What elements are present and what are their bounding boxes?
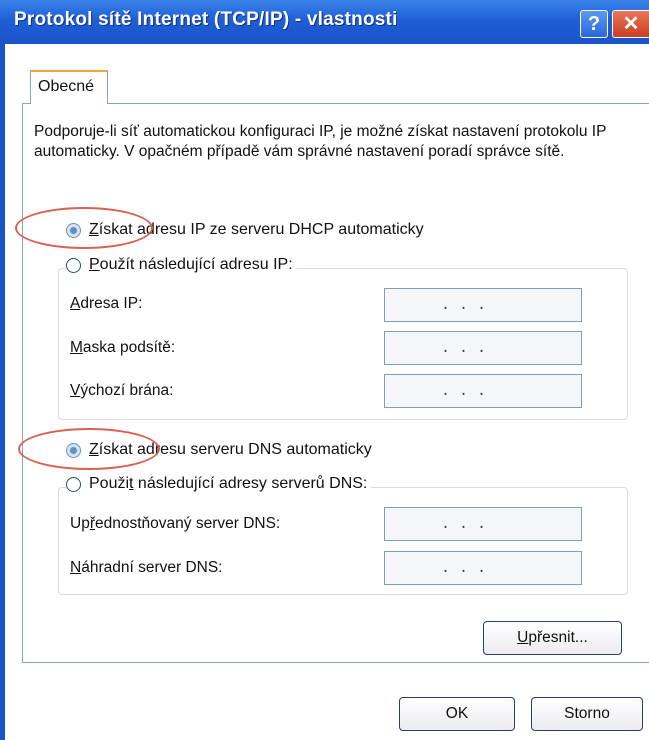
annotation-circle bbox=[15, 207, 153, 249]
default-gateway-label: Výchozí brána: bbox=[70, 382, 174, 399]
ip-address-input: . . . bbox=[384, 288, 582, 322]
ip-address-label: Adresa IP: bbox=[70, 295, 143, 312]
radio-dns-manual-label: Použit následující adresy serverů DNS: bbox=[89, 475, 368, 492]
radio-ip-manual-indicator bbox=[66, 257, 81, 273]
annotation-circle bbox=[18, 428, 160, 470]
alternate-dns-input: . . . bbox=[384, 551, 582, 585]
close-icon: ✕ bbox=[622, 13, 640, 35]
window-title: Protokol sítě Internet (TCP/IP) - vlastn… bbox=[14, 9, 398, 30]
preferred-dns-input: . . . bbox=[384, 507, 582, 541]
tab-general-label: Obecné bbox=[38, 78, 95, 95]
default-gateway-input: . . . bbox=[384, 374, 582, 408]
title-bar: Protokol sítě Internet (TCP/IP) - vlastn… bbox=[0, 0, 649, 44]
alternate-dns-label: Náhradní server DNS: bbox=[70, 559, 223, 576]
description-text: Podporuje-li síť automatickou konfigurac… bbox=[34, 123, 607, 160]
ok-button[interactable]: OK bbox=[399, 697, 515, 731]
preferred-dns-label: Upřednostňovaný server DNS: bbox=[70, 515, 281, 532]
subnet-mask-input: . . . bbox=[384, 331, 582, 365]
radio-ip-manual[interactable]: Použít následující adresu IP: bbox=[66, 256, 297, 274]
subnet-mask-label: Maska podsítě: bbox=[70, 339, 176, 356]
tab-general[interactable]: Obecné bbox=[30, 70, 108, 104]
advanced-button[interactable]: Upřesnit... bbox=[483, 621, 622, 655]
close-button[interactable]: ✕ bbox=[612, 10, 649, 38]
help-button[interactable]: ? bbox=[580, 10, 608, 38]
radio-ip-manual-label: Použít následující adresu IP: bbox=[89, 256, 293, 273]
radio-dns-manual[interactable]: Použit následující adresy serverů DNS: bbox=[66, 475, 372, 493]
radio-dns-manual-indicator bbox=[66, 476, 81, 492]
help-icon: ? bbox=[587, 13, 601, 35]
cancel-button[interactable]: Storno bbox=[531, 697, 643, 731]
